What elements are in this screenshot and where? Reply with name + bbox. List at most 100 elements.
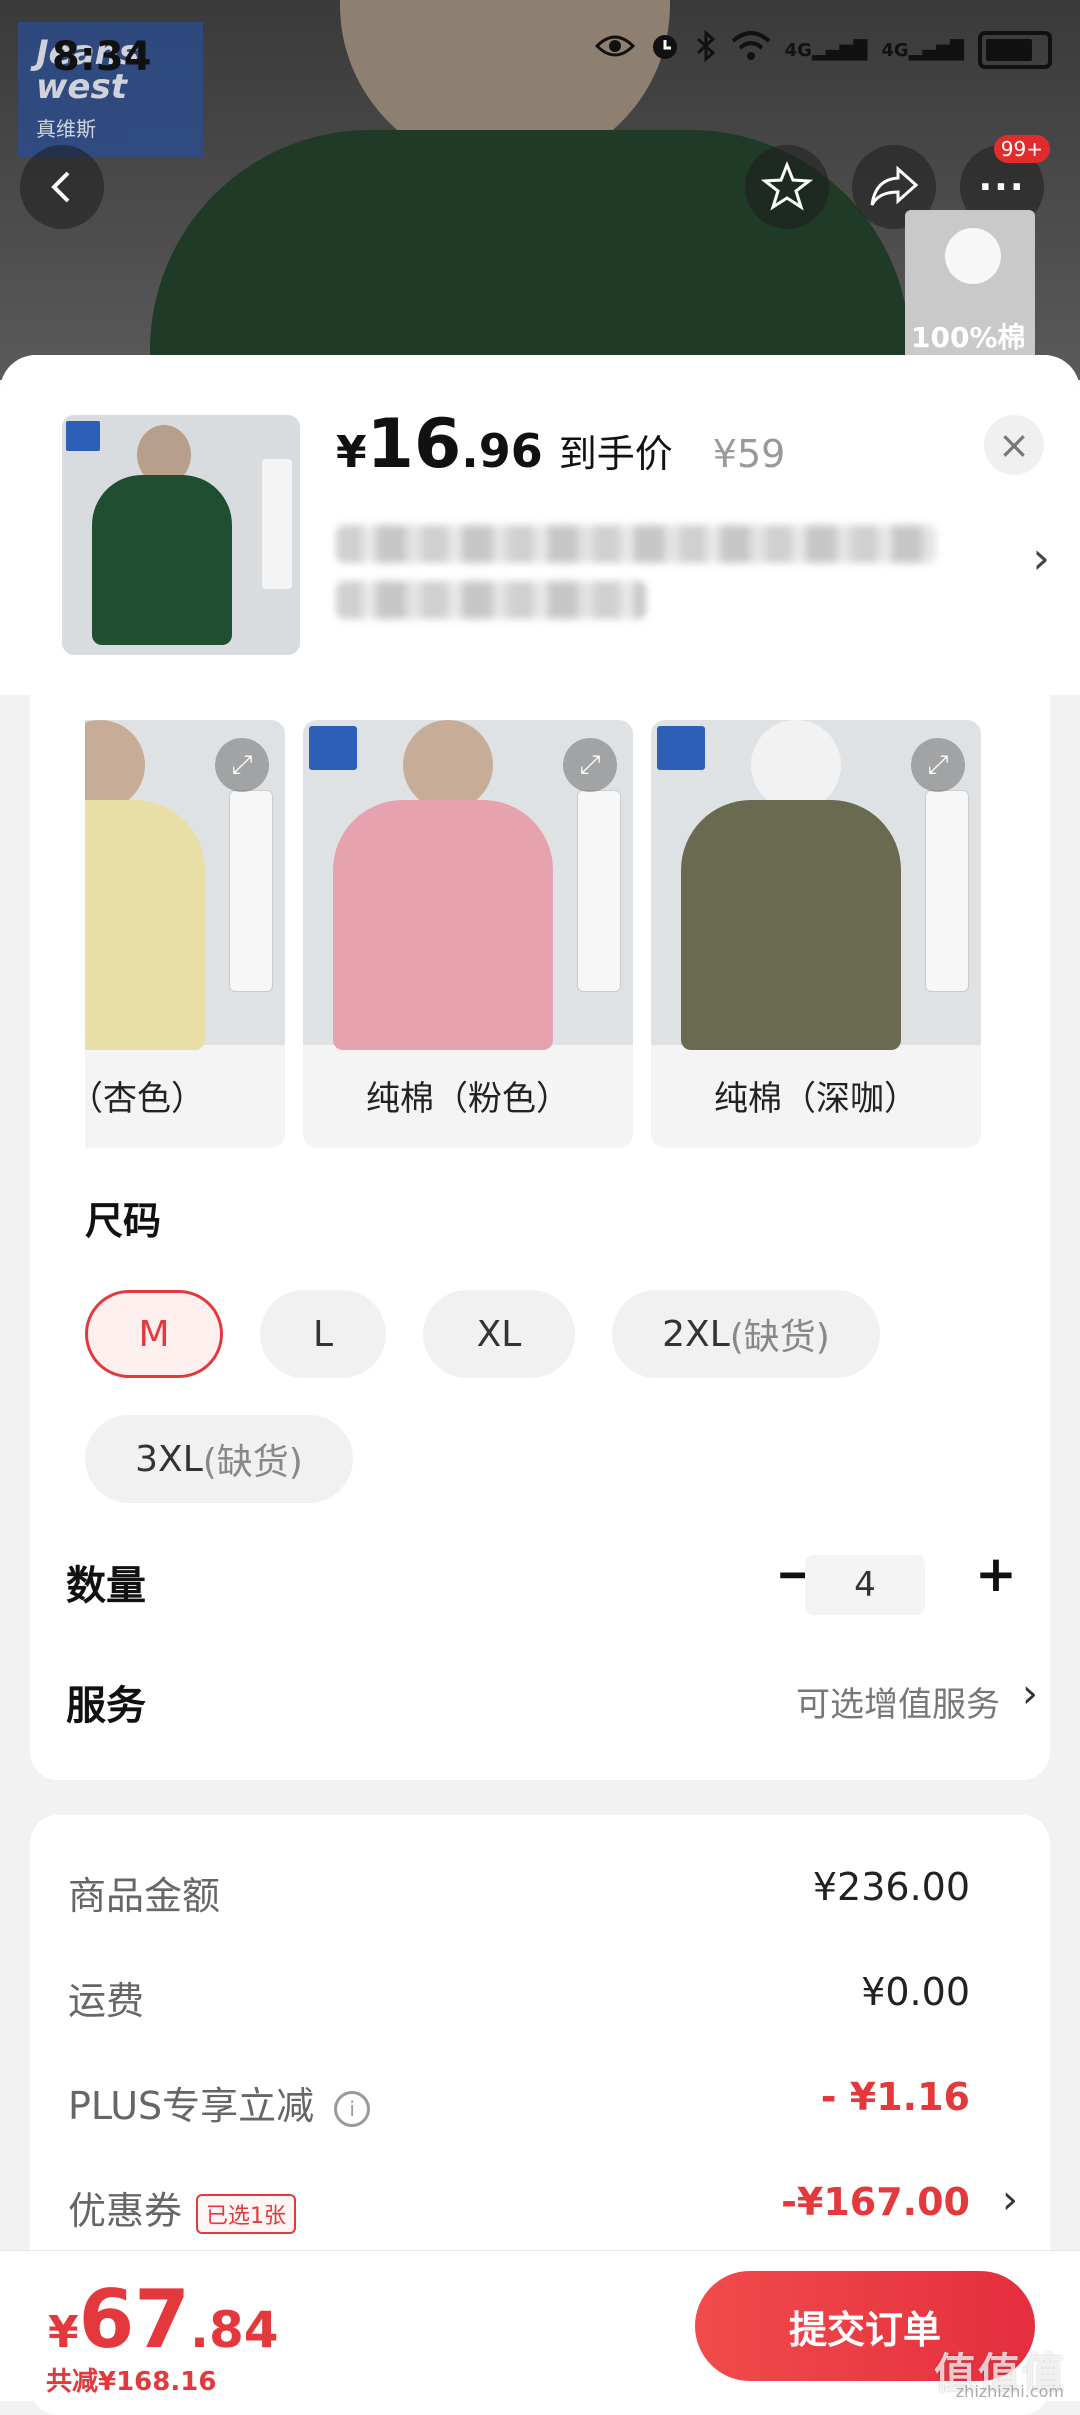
eye-icon <box>594 31 635 69</box>
goods-amount-label: 商品金额 <box>68 1874 221 1918</box>
shipping-label: 运费 <box>68 1979 145 2023</box>
share-icon <box>870 165 919 206</box>
price-tag: 到手价 <box>558 432 673 476</box>
total-price: ¥ 67 .84 <box>48 2273 279 2366</box>
variant-card[interactable]: ⤢ 纯棉（深咖） <box>651 720 981 1148</box>
variant-shirt <box>85 800 205 1050</box>
cotton-thumbnail: 100%棉 <box>905 210 1035 360</box>
thumb-brand-logo <box>66 421 100 451</box>
info-icon[interactable]: i <box>334 2090 371 2127</box>
chevron-right-icon[interactable]: › <box>1002 2177 1018 2223</box>
alarm-icon <box>649 30 681 70</box>
out-of-stock-note: (缺货) <box>202 1442 303 1483</box>
expand-icon[interactable]: ⤢ <box>563 738 617 792</box>
thumb-model-shirt <box>92 475 232 645</box>
battery-icon <box>978 31 1052 69</box>
signal-icon-2: 4G▂▄▆█ <box>881 39 964 61</box>
coupon-label: 优惠券 <box>68 2189 183 2233</box>
quantity-label: 数量 <box>66 1563 146 1609</box>
network-label-1: 4G <box>784 39 812 61</box>
total-decimal: .84 <box>189 2301 279 2359</box>
sku-sheet: ¥ 16 .96 到手价 ¥59 × › ⤢ 棉（杏色） <box>0 355 1080 2415</box>
plus-discount-value: - ¥1.16 <box>820 2075 970 2119</box>
variant-brand-logo <box>309 726 357 770</box>
brand-logo-sub: 真维斯 <box>36 117 96 141</box>
watermark-site: zhizhizhi.com <box>955 2382 1064 2401</box>
size-option-2xl[interactable]: 2XL (缺货) <box>612 1290 880 1378</box>
variant-card[interactable]: ⤢ 纯棉（粉色） <box>303 720 633 1148</box>
size-section-title: 尺码 <box>85 1199 162 1243</box>
quantity-increase-button[interactable]: + <box>975 1545 1017 1603</box>
quantity-input[interactable]: 4 <box>805 1555 925 1615</box>
signal-icon-1: 4G▂▄▆█ <box>784 39 868 61</box>
sheet-header: ¥ 16 .96 到手价 ¥59 × › <box>0 355 1080 695</box>
plus-discount-label: PLUS专享立减 <box>68 2084 315 2128</box>
price-currency: ¥ <box>336 427 367 478</box>
coupon-row[interactable]: 优惠券 已选1张 <box>68 2180 297 2235</box>
coupon-value[interactable]: -¥167.00 <box>781 2180 970 2224</box>
variant-label: 纯棉（深咖） <box>714 1078 918 1119</box>
product-title-blurred[interactable] <box>336 525 956 625</box>
blurred-line-1 <box>336 525 936 563</box>
size-option-label: L <box>312 1313 334 1355</box>
shipping-value: ¥0.00 <box>861 1970 970 2014</box>
star-icon <box>761 161 813 211</box>
variant-model-cap <box>751 720 841 810</box>
total-currency: ¥ <box>48 2307 79 2358</box>
status-time: 8:34 <box>52 34 152 80</box>
variant-image: ⤢ <box>303 720 633 1050</box>
total-discount: 共减¥168.16 <box>46 2367 217 2397</box>
favorite-button[interactable] <box>745 145 829 229</box>
variant-image: ⤢ <box>85 720 285 1050</box>
size-option-xl[interactable]: XL <box>423 1290 575 1378</box>
variant-feature-strip <box>577 790 621 992</box>
service-label: 服务 <box>66 1683 146 1729</box>
variant-label: 棉（杏色） <box>85 1078 205 1119</box>
bluetooth-icon <box>695 29 717 70</box>
chevron-right-icon[interactable]: › <box>1022 1671 1038 1717</box>
close-button[interactable]: × <box>984 415 1044 475</box>
variant-label: 纯棉（粉色） <box>366 1078 570 1119</box>
price-integer: 16 <box>366 405 462 484</box>
variant-model-head <box>403 720 493 810</box>
size-option-label: XL <box>476 1313 522 1355</box>
coupon-selected-tag: 已选1张 <box>196 2193 297 2234</box>
variant-carousel[interactable]: ⤢ 棉（杏色） ⤢ 纯棉（粉色） <box>85 720 1050 1150</box>
total-integer: 67 <box>78 2273 190 2366</box>
checkout-bar: ¥ 67 .84 共减¥168.16 提交订单 <box>0 2250 1080 2401</box>
size-option-label: 2XL <box>662 1313 730 1355</box>
service-hint[interactable]: 可选增值服务 <box>796 1677 1000 1726</box>
expand-icon[interactable]: ⤢ <box>215 738 269 792</box>
variant-card[interactable]: ⤢ 棉（杏色） <box>85 720 285 1148</box>
goods-amount-value: ¥236.00 <box>812 1865 970 1909</box>
plus-discount-row: PLUS专享立减 i <box>68 2075 371 2130</box>
product-photo-background: Jeans west 真维斯 8:34 4G▂▄▆█ 4G▂▄▆█ ··· 99… <box>0 0 1080 380</box>
blurred-line-2 <box>336 581 646 619</box>
message-badge: 99+ <box>993 135 1050 163</box>
size-option-3xl[interactable]: 3XL (缺货) <box>85 1415 353 1503</box>
cotton-label: 100%棉 <box>911 321 1026 354</box>
price-decimal: .96 <box>461 424 543 478</box>
cotton-ball-icon <box>945 228 1001 284</box>
more-dots-icon: ··· <box>978 166 1026 208</box>
variant-feature-strip <box>229 790 273 992</box>
size-option-l[interactable]: L <box>260 1290 386 1378</box>
expand-icon[interactable]: ⤢ <box>911 738 965 792</box>
original-price: ¥59 <box>712 432 786 476</box>
size-option-label: M <box>138 1313 170 1355</box>
variant-shirt <box>681 800 901 1050</box>
variant-feature-strip <box>925 790 969 992</box>
variant-image: ⤢ <box>651 720 981 1050</box>
out-of-stock-note: (缺货) <box>729 1317 830 1358</box>
product-thumbnail[interactable] <box>62 415 300 655</box>
size-option-label: 3XL <box>135 1438 203 1480</box>
variant-model-head <box>85 720 145 810</box>
back-button[interactable] <box>20 145 104 229</box>
chevron-right-icon[interactable]: › <box>1032 533 1050 584</box>
options-panel: ⤢ 棉（杏色） ⤢ 纯棉（粉色） <box>30 690 1050 1780</box>
size-option-m[interactable]: M <box>85 1290 223 1378</box>
thumb-feature-strip <box>262 459 292 589</box>
price-line: ¥ 16 .96 到手价 ¥59 <box>336 405 785 484</box>
network-label-2: 4G <box>881 39 909 61</box>
wifi-icon <box>731 31 771 69</box>
